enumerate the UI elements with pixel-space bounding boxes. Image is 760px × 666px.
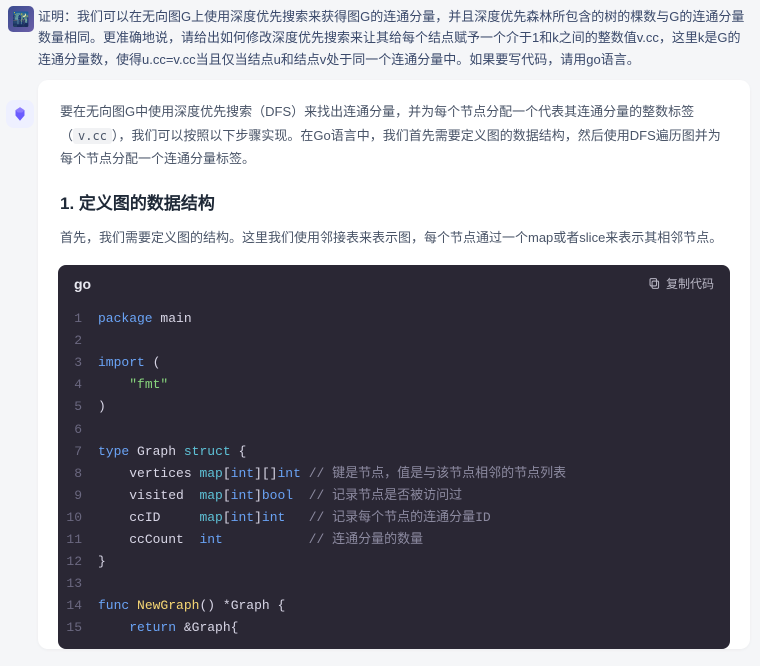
- code-line: 10 ccID map[int]int // 记录每个节点的连通分量ID: [58, 507, 730, 529]
- line-number: 5: [58, 396, 98, 418]
- code-line: 4 "fmt": [58, 374, 730, 396]
- user-avatar: 🌃: [8, 6, 34, 32]
- line-number: 12: [58, 551, 98, 573]
- section-heading-1: 1. 定义图的数据结构: [60, 189, 728, 214]
- line-content: visited map[int]bool // 记录节点是否被访问过: [98, 485, 730, 507]
- line-content: import (: [98, 352, 730, 374]
- line-content: "fmt": [98, 374, 730, 396]
- intro-text-suffix: ），我们可以按照以下步骤实现。在Go语言中，我们首先需要定义图的数据结构，然后使…: [60, 128, 721, 167]
- line-number: 8: [58, 463, 98, 485]
- code-line: 6: [58, 419, 730, 441]
- line-content: type Graph struct {: [98, 441, 730, 463]
- line-content: [98, 419, 730, 441]
- assistant-intro: 要在无向图G中使用深度优先搜索（DFS）来找出连通分量，并为每个节点分配一个代表…: [60, 100, 728, 170]
- section-body-1: 首先，我们需要定义图的结构。这里我们使用邻接表来表示图，每个节点通过一个map或…: [60, 226, 728, 249]
- code-language-label: go: [74, 276, 91, 292]
- assistant-avatar: [6, 100, 34, 128]
- code-block: go 复制代码 1package main23import (4 "fmt"5)…: [58, 265, 730, 649]
- line-content: ccID map[int]int // 记录每个节点的连通分量ID: [98, 507, 730, 529]
- user-message: 证明：我们可以在无向图G上使用深度优先搜索来获得图G的连通分量，并且深度优先森林…: [38, 0, 750, 80]
- line-content: package main: [98, 308, 730, 330]
- code-line: 3import (: [58, 352, 730, 374]
- code-line: 14func NewGraph() *Graph {: [58, 595, 730, 617]
- line-number: 14: [58, 595, 98, 617]
- copy-icon: [648, 277, 661, 290]
- line-content: [98, 573, 730, 595]
- code-line: 1package main: [58, 308, 730, 330]
- copy-code-button[interactable]: 复制代码: [648, 275, 714, 292]
- line-number: 10: [58, 507, 98, 529]
- line-number: 15: [58, 617, 98, 639]
- copy-code-label: 复制代码: [666, 275, 714, 292]
- inline-code-vcc: v.cc: [73, 128, 112, 144]
- code-line: 12}: [58, 551, 730, 573]
- line-number: 13: [58, 573, 98, 595]
- line-content: vertices map[int][]int // 键是节点，值是与该节点相邻的…: [98, 463, 730, 485]
- line-content: ccCount int // 连通分量的数量: [98, 529, 730, 551]
- line-number: 1: [58, 308, 98, 330]
- code-line: 7type Graph struct {: [58, 441, 730, 463]
- code-line: 9 visited map[int]bool // 记录节点是否被访问过: [58, 485, 730, 507]
- code-line: 5): [58, 396, 730, 418]
- code-line: 13: [58, 573, 730, 595]
- line-content: ): [98, 396, 730, 418]
- assistant-response-card: 要在无向图G中使用深度优先搜索（DFS）来找出连通分量，并为每个节点分配一个代表…: [38, 80, 750, 649]
- line-number: 6: [58, 419, 98, 441]
- line-number: 2: [58, 330, 98, 352]
- line-content: }: [98, 551, 730, 573]
- code-body[interactable]: 1package main23import (4 "fmt"5)67type G…: [58, 302, 730, 649]
- line-number: 7: [58, 441, 98, 463]
- line-content: return &Graph{: [98, 617, 730, 639]
- line-content: [98, 330, 730, 352]
- code-header: go 复制代码: [58, 265, 730, 302]
- code-line: 2: [58, 330, 730, 352]
- assistant-logo-icon: [11, 105, 29, 123]
- line-number: 9: [58, 485, 98, 507]
- line-number: 3: [58, 352, 98, 374]
- code-line: 11 ccCount int // 连通分量的数量: [58, 529, 730, 551]
- line-number: 11: [58, 529, 98, 551]
- code-line: 8 vertices map[int][]int // 键是节点，值是与该节点相…: [58, 463, 730, 485]
- line-number: 4: [58, 374, 98, 396]
- line-content: func NewGraph() *Graph {: [98, 595, 730, 617]
- code-line: 15 return &Graph{: [58, 617, 730, 639]
